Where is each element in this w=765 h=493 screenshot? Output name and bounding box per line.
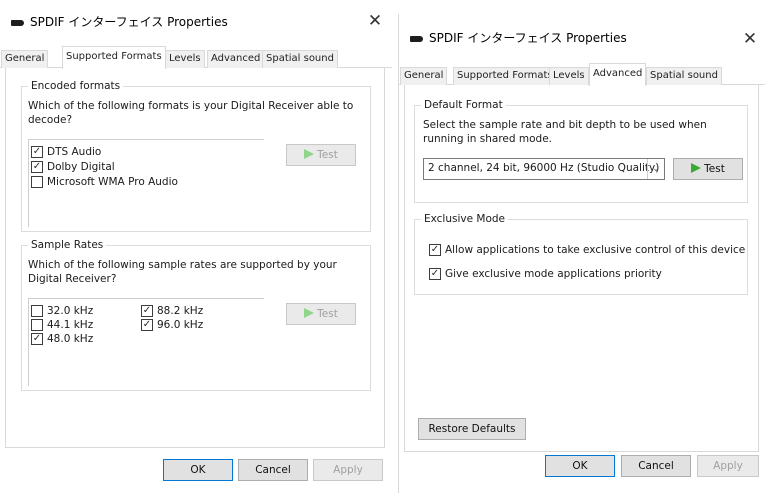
play-icon bbox=[691, 163, 702, 173]
encoded-formats-description: Which of the following formats is your D… bbox=[28, 100, 354, 126]
format-label: Microsoft WMA Pro Audio bbox=[47, 176, 178, 188]
rate-label: 88.2 kHz bbox=[157, 305, 204, 317]
sample-rates-description: Which of the following sample rates are … bbox=[28, 259, 337, 285]
test-format-button[interactable]: Test bbox=[673, 158, 743, 180]
format-item-dts[interactable]: ✓ DTS Audio bbox=[31, 146, 101, 158]
close-button[interactable]: ✕ bbox=[735, 27, 765, 51]
default-format-title: Default Format bbox=[421, 99, 506, 112]
encoded-formats-group: Encoded formats Which of the following f… bbox=[21, 80, 371, 232]
exclusive-priority[interactable]: ✓ Give exclusive mode applications priori… bbox=[429, 268, 662, 280]
ok-button[interactable]: OK bbox=[163, 459, 233, 481]
apply-button[interactable]: Apply bbox=[697, 455, 759, 477]
window-title: SPDIF インターフェイス Properties bbox=[30, 15, 228, 29]
tab-levels[interactable]: Levels bbox=[549, 67, 589, 85]
test-rates-button[interactable]: Test bbox=[286, 303, 356, 325]
format-item-wma-pro[interactable]: Microsoft WMA Pro Audio bbox=[31, 176, 178, 188]
cancel-button[interactable]: Cancel bbox=[621, 455, 691, 477]
title-bar: SPDIF インターフェイス Properties ✕ bbox=[0, 0, 392, 33]
tab-spatial-sound[interactable]: Spatial sound bbox=[262, 50, 338, 68]
apply-button[interactable]: Apply bbox=[313, 459, 383, 481]
rate-item-32[interactable]: 32.0 kHz bbox=[31, 305, 93, 317]
encoded-formats-title: Encoded formats bbox=[28, 80, 124, 93]
properties-dialog-supported-formats: SPDIF インターフェイス Properties ✕ General Supp… bbox=[0, 0, 392, 493]
play-icon bbox=[304, 149, 315, 159]
tab-advanced[interactable]: Advanced bbox=[207, 50, 265, 68]
exclusive-option-label: Allow applications to take exclusive con… bbox=[445, 244, 746, 256]
checkmark-icon[interactable]: ✓ bbox=[429, 244, 441, 256]
format-item-dolby[interactable]: ✓ Dolby Digital bbox=[31, 161, 115, 173]
ok-button[interactable]: OK bbox=[545, 455, 615, 477]
checkmark-icon[interactable]: ✓ bbox=[31, 146, 43, 158]
title-bar: SPDIF インターフェイス Properties ✕ bbox=[399, 14, 765, 49]
tab-panel: Default Format Select the sample rate an… bbox=[404, 85, 759, 452]
tab-levels[interactable]: Levels bbox=[165, 50, 205, 68]
speaker-icon bbox=[11, 20, 24, 26]
checkmark-icon[interactable]: ✓ bbox=[31, 333, 43, 345]
default-format-group: Default Format Select the sample rate an… bbox=[414, 99, 748, 203]
checkbox-icon[interactable] bbox=[31, 305, 43, 317]
rate-label: 44.1 kHz bbox=[47, 319, 94, 331]
rate-item-88[interactable]: ✓ 88.2 kHz bbox=[141, 305, 203, 317]
format-label: DTS Audio bbox=[47, 146, 102, 158]
rate-label: 96.0 kHz bbox=[157, 319, 204, 331]
sample-rates-title: Sample Rates bbox=[28, 239, 107, 252]
default-format-select[interactable]: 2 channel, 24 bit, 96000 Hz (Studio Qual… bbox=[423, 158, 665, 180]
properties-dialog-advanced: SPDIF インターフェイス Properties ✕ General Supp… bbox=[398, 14, 765, 493]
tab-strip: General Supported Formats Levels Advance… bbox=[399, 63, 765, 86]
rate-item-96[interactable]: ✓ 96.0 kHz bbox=[141, 319, 203, 331]
window-title: SPDIF インターフェイス Properties bbox=[429, 31, 627, 45]
rate-label: 48.0 kHz bbox=[47, 333, 94, 345]
checkbox-icon[interactable] bbox=[31, 319, 43, 331]
tab-panel: Encoded formats Which of the following f… bbox=[5, 68, 385, 448]
cancel-button[interactable]: Cancel bbox=[238, 459, 308, 481]
default-format-value: 2 channel, 24 bit, 96000 Hz (Studio Qual… bbox=[428, 162, 660, 174]
checkmark-icon[interactable]: ✓ bbox=[141, 305, 153, 317]
tab-strip: General Supported Formats Levels Advance… bbox=[0, 46, 392, 69]
exclusive-option-label: Give exclusive mode applications priorit… bbox=[445, 268, 662, 280]
tab-supported-formats[interactable]: Supported Formats bbox=[62, 46, 166, 69]
tab-supported-formats[interactable]: Supported Formats bbox=[453, 67, 557, 85]
exclusive-mode-group: Exclusive Mode ✓ Allow applications to ta… bbox=[414, 213, 748, 295]
chevron-down-icon[interactable]: ⌄ bbox=[647, 159, 664, 179]
format-label: Dolby Digital bbox=[47, 161, 115, 173]
checkmark-icon[interactable]: ✓ bbox=[429, 268, 441, 280]
tab-general[interactable]: General bbox=[400, 67, 448, 85]
checkmark-icon[interactable]: ✓ bbox=[31, 161, 43, 173]
checkbox-icon[interactable] bbox=[31, 176, 43, 188]
sample-rates-group: Sample Rates Which of the following samp… bbox=[21, 239, 371, 391]
rate-item-44[interactable]: 44.1 kHz bbox=[31, 319, 93, 331]
speaker-icon bbox=[410, 36, 423, 42]
restore-defaults-button[interactable]: Restore Defaults bbox=[418, 418, 526, 440]
checkmark-icon[interactable]: ✓ bbox=[141, 319, 153, 331]
rate-item-48[interactable]: ✓ 48.0 kHz bbox=[31, 333, 93, 345]
play-icon bbox=[304, 308, 315, 318]
exclusive-mode-title: Exclusive Mode bbox=[421, 213, 509, 226]
rate-label: 32.0 kHz bbox=[47, 305, 94, 317]
default-format-description: Select the sample rate and bit depth to … bbox=[423, 119, 707, 145]
close-button[interactable]: ✕ bbox=[360, 9, 390, 33]
tab-advanced[interactable]: Advanced bbox=[589, 63, 647, 86]
encoded-formats-list: ✓ DTS Audio ✓ Dolby Digital Microsoft WMA … bbox=[28, 139, 264, 227]
tab-spatial-sound[interactable]: Spatial sound bbox=[646, 67, 722, 85]
sample-rates-list: 32.0 kHz 44.1 kHz ✓ 48.0 kHz ✓ 88.2 kHz ✓ 9… bbox=[28, 298, 264, 386]
test-formats-button[interactable]: Test bbox=[286, 144, 356, 166]
allow-exclusive-control[interactable]: ✓ Allow applications to take exclusive co… bbox=[429, 244, 745, 256]
tab-general[interactable]: General bbox=[1, 50, 49, 68]
